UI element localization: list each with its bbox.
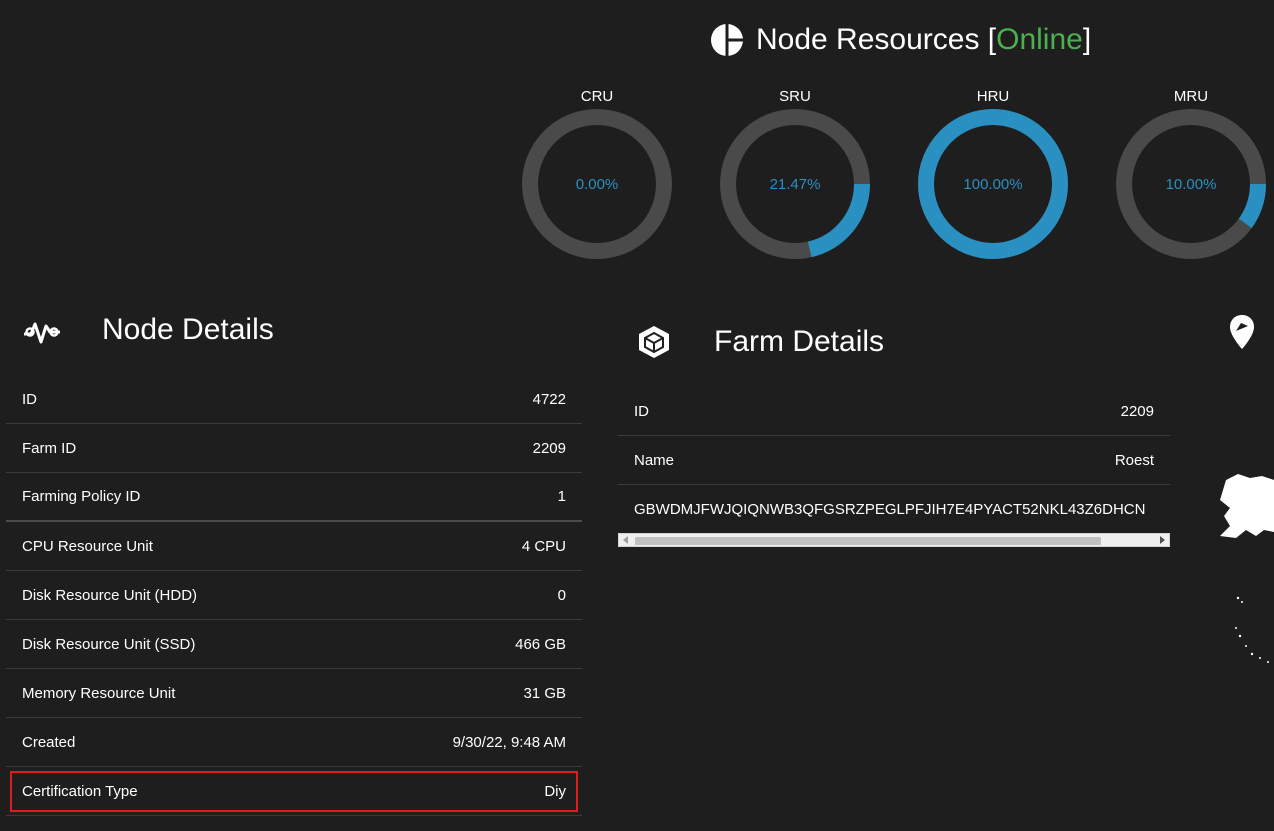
row-key: Disk Resource Unit (HDD) bbox=[22, 586, 198, 604]
gauge-label: CRU bbox=[580, 88, 614, 105]
table-row: Farming Policy ID 1 bbox=[6, 473, 582, 522]
scroll-left-arrow[interactable] bbox=[623, 536, 628, 544]
gauge-ring: 21.47% bbox=[720, 109, 870, 259]
table-row: Created 9/30/22, 9:48 AM bbox=[6, 718, 582, 767]
row-value: 2209 bbox=[532, 439, 566, 457]
row-value: 4722 bbox=[532, 390, 566, 408]
farm-details-title: Farm Details bbox=[714, 325, 885, 358]
table-row: CPU Resource Unit 4 CPU bbox=[6, 522, 582, 571]
table-row: Disk Resource Unit (SSD) 466 GB bbox=[6, 620, 582, 669]
row-value: 4 CPU bbox=[521, 537, 566, 555]
row-value: 31 GB bbox=[523, 684, 566, 702]
horizontal-scrollbar[interactable] bbox=[618, 533, 1170, 547]
scroll-right-arrow[interactable] bbox=[1160, 536, 1165, 544]
pulse-icon bbox=[24, 322, 60, 344]
node-resources-title: Node Resources [Online] bbox=[756, 23, 1092, 56]
farm-details-table: ID 2209 Name Roest GBWDMJFWJQIQNWB3QFGSRZP… bbox=[618, 387, 1170, 534]
table-row: Disk Resource Unit (HDD) 0 bbox=[6, 571, 582, 620]
row-key: Certification Type bbox=[22, 782, 138, 800]
gauge-value: 100.00% bbox=[963, 176, 1022, 193]
row-value: Roest bbox=[1114, 451, 1154, 469]
scrollbar-thumb[interactable] bbox=[635, 537, 1101, 545]
gauge-label: SRU bbox=[779, 88, 811, 105]
gauge-hru: HRU 100.00% bbox=[918, 86, 1068, 259]
gauge-ring: 0.00% bbox=[522, 109, 672, 259]
gauge-mru: MRU 10.00% bbox=[1116, 86, 1266, 259]
cube-icon bbox=[639, 326, 669, 358]
row-value: 9/30/22, 9:48 AM bbox=[452, 733, 566, 751]
map-fragment bbox=[1220, 474, 1274, 663]
gauge-sru: SRU 21.47% bbox=[720, 86, 870, 259]
gauge-label: MRU bbox=[1173, 88, 1209, 105]
node-resources-header: Node Resources [Online] bbox=[710, 20, 1091, 60]
certification-type-row: Certification Type Diy bbox=[6, 767, 582, 816]
node-status: Online bbox=[996, 23, 1083, 56]
farm-address-row: GBWDMJFWJQIQNWB3QFGSRZPEGLPFJIH7E4PYACT5… bbox=[618, 485, 1170, 534]
farm-address: GBWDMJFWJQIQNWB3QFGSRZPEGLPFJIH7E4PYACT5… bbox=[634, 501, 1146, 518]
node-details-title: Node Details bbox=[102, 313, 274, 346]
row-key: Name bbox=[634, 451, 675, 469]
row-key: Memory Resource Unit bbox=[22, 684, 176, 702]
table-row: ID 4722 bbox=[6, 375, 582, 424]
table-row: Name Roest bbox=[618, 436, 1170, 485]
row-key: Farm ID bbox=[22, 439, 77, 457]
row-key: Disk Resource Unit (SSD) bbox=[22, 635, 196, 653]
row-value: 0 bbox=[557, 586, 566, 604]
gauge-value: 0.00% bbox=[576, 176, 619, 193]
row-key: Created bbox=[22, 733, 76, 751]
gauge-ring: 10.00% bbox=[1116, 109, 1266, 259]
gauge-value: 21.47% bbox=[770, 176, 821, 193]
row-key: Farming Policy ID bbox=[22, 488, 141, 505]
gauge-cru: CRU 0.00% bbox=[522, 86, 672, 259]
node-details-header: Node Details bbox=[24, 312, 274, 348]
row-key: ID bbox=[634, 402, 649, 420]
row-key: CPU Resource Unit bbox=[22, 537, 153, 555]
node-details-table: ID 4722 Farm ID 2209 Farming Policy ID 1 CP… bbox=[6, 375, 582, 816]
gauge-value: 10.00% bbox=[1166, 176, 1217, 193]
table-row: Farm ID 2209 bbox=[6, 424, 582, 473]
row-value: 1 bbox=[557, 488, 566, 505]
pie-chart-icon bbox=[711, 23, 744, 57]
row-key: ID bbox=[22, 390, 37, 408]
gauge-label: HRU bbox=[976, 88, 1010, 105]
row-value: Diy bbox=[544, 782, 566, 800]
map-pin-icon bbox=[1230, 315, 1254, 349]
table-row: ID 2209 bbox=[618, 387, 1170, 436]
row-value: 2209 bbox=[1120, 402, 1154, 420]
gauge-ring: 100.00% bbox=[918, 109, 1068, 259]
farm-details-header: Farm Details bbox=[636, 324, 884, 360]
row-value: 466 GB bbox=[515, 635, 566, 653]
table-row: Memory Resource Unit 31 GB bbox=[6, 669, 582, 718]
